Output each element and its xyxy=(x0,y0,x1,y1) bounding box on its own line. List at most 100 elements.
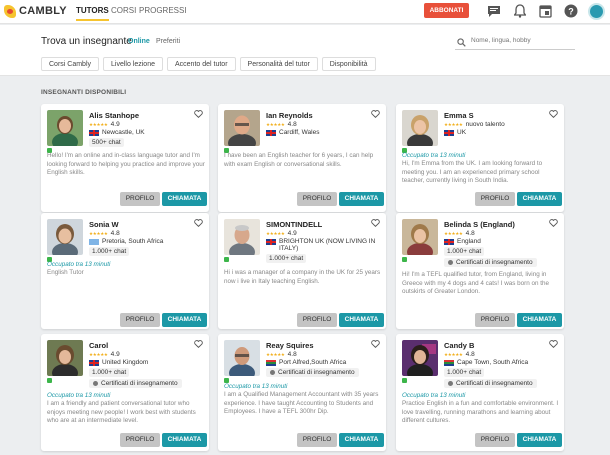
tutor-photo[interactable] xyxy=(224,219,260,255)
tutor-photo[interactable] xyxy=(224,110,260,146)
teaching-certificate-badge: Certificati di insegnamento xyxy=(266,368,359,377)
tutor-name[interactable]: Belinda S (England) xyxy=(444,220,554,229)
tutor-bio: I am a Qualified Management Accountant w… xyxy=(224,391,379,416)
profile-button[interactable]: PROFILO xyxy=(297,313,337,327)
help-icon[interactable]: ? xyxy=(563,3,579,19)
tutor-photo[interactable] xyxy=(47,340,83,376)
tutor-card[interactable]: Alis Stanhope ★★★★★ 4.9 Newcastle, UK 500… xyxy=(41,104,209,212)
favorite-heart-icon[interactable] xyxy=(549,340,558,348)
call-button[interactable]: CHIAMATA xyxy=(339,313,384,327)
filter-lesson-level[interactable]: Livello lezione xyxy=(103,57,163,71)
search-box[interactable] xyxy=(455,36,575,50)
availability-status: Occupato tra 13 minuti xyxy=(47,261,111,268)
call-button[interactable]: CHIAMATA xyxy=(162,192,207,206)
tutor-rating: ★★★★★ 4.9 xyxy=(89,351,120,358)
tutor-name[interactable]: Candy B xyxy=(444,341,554,350)
rating-stars-icon: ★★★★★ xyxy=(89,351,108,357)
tutor-photo[interactable] xyxy=(47,219,83,255)
profile-button[interactable]: PROFILO xyxy=(297,433,337,447)
filter-online[interactable]: Online xyxy=(128,38,150,45)
call-button[interactable]: CHIAMATA xyxy=(162,313,207,327)
profile-button[interactable]: PROFILO xyxy=(120,433,160,447)
tutor-name[interactable]: SIMONTINDELL xyxy=(266,220,376,229)
tutor-photo[interactable] xyxy=(402,110,438,146)
chat-count-badge: 1.000+ chat xyxy=(444,368,485,377)
uk-flag-icon xyxy=(266,129,276,136)
search-input[interactable] xyxy=(471,37,571,44)
uk-flag-icon xyxy=(444,238,454,245)
favorite-heart-icon[interactable] xyxy=(371,340,380,348)
flag-icon xyxy=(89,238,99,245)
favorite-heart-icon[interactable] xyxy=(371,219,380,227)
tutor-name[interactable]: Alis Stanhope xyxy=(89,111,199,120)
favorite-heart-icon[interactable] xyxy=(194,219,203,227)
teaching-certificate-badge: Certificati di insegnamento xyxy=(89,379,182,388)
chat-icon[interactable] xyxy=(486,3,502,19)
filter-bar: Corsi Cambly Livello lezione Accento del… xyxy=(41,57,380,71)
call-button[interactable]: CHIAMATA xyxy=(339,433,384,447)
tutor-card[interactable]: Carol ★★★★★ 4.9 United Kingdom 1.000+ cha… xyxy=(41,334,209,451)
filter-tutor-accent[interactable]: Accento del tutor xyxy=(167,57,236,71)
filter-favorites[interactable]: Preferiti xyxy=(156,38,180,45)
tutor-card[interactable]: Reay Squires ★★★★★ 4.8 Port Alfred,South … xyxy=(218,334,386,451)
profile-button[interactable]: PROFILO xyxy=(120,313,160,327)
rating-stars-icon: ★★★★★ xyxy=(266,121,285,127)
rating-stars-icon: ★★★★★ xyxy=(266,230,285,236)
search-header: Trova un insegnante Online Preferiti Cor… xyxy=(0,25,610,76)
call-button[interactable]: CHIAMATA xyxy=(339,192,384,206)
favorite-heart-icon[interactable] xyxy=(194,340,203,348)
favorite-heart-icon[interactable] xyxy=(194,110,203,118)
logo-text: CAMBLY xyxy=(19,5,67,17)
cambly-logo[interactable]: CAMBLY xyxy=(4,3,67,19)
tutor-card[interactable]: Sonia W ★★★★★ 4.8 Pretoria, South Africa … xyxy=(41,213,209,329)
call-button[interactable]: CHIAMATA xyxy=(517,433,562,447)
profile-button[interactable]: PROFILO xyxy=(475,313,515,327)
favorite-heart-icon[interactable] xyxy=(371,110,380,118)
notification-bell-icon[interactable] xyxy=(512,3,528,19)
tutor-card[interactable]: Candy B ★★★★★ 4.8 Cape Town, South Africa… xyxy=(396,334,564,451)
profile-button[interactable]: PROFILO xyxy=(297,192,337,206)
tutor-card[interactable]: Ian Reynolds ★★★★★ 4.8 Cardiff, Wales I h… xyxy=(218,104,386,212)
call-button[interactable]: CHIAMATA xyxy=(162,433,207,447)
tutor-name[interactable]: Reay Squires xyxy=(266,341,376,350)
tutor-name[interactable]: Emma S xyxy=(444,111,554,120)
tab-progressi[interactable]: PROGRESSI xyxy=(139,6,187,15)
tutor-name[interactable]: Ian Reynolds xyxy=(266,111,376,120)
favorite-heart-icon[interactable] xyxy=(549,110,558,118)
filter-tutor-personality[interactable]: Personalità del tutor xyxy=(239,57,318,71)
tutor-photo[interactable] xyxy=(402,219,438,255)
filter-cambly-courses[interactable]: Corsi Cambly xyxy=(41,57,100,71)
tutor-photo[interactable] xyxy=(402,340,438,376)
favorite-heart-icon[interactable] xyxy=(549,219,558,227)
uk-flag-icon xyxy=(89,359,99,366)
availability-status: Occupato tra 13 minuti xyxy=(402,392,466,399)
user-avatar[interactable] xyxy=(588,3,605,20)
tutor-rating: ★★★★★ 4.8 xyxy=(266,121,297,128)
tutor-photo[interactable] xyxy=(47,110,83,146)
tutor-card[interactable]: SIMONTINDELL ★★★★★ 4.9 BRIGHTON UK (NOW L… xyxy=(218,213,386,329)
tutor-name[interactable]: Sonia W xyxy=(89,220,199,229)
rating-stars-icon: ★★★★★ xyxy=(444,351,463,357)
profile-button[interactable]: PROFILO xyxy=(475,192,515,206)
tutor-bio: Practice English in a fun and comfortabl… xyxy=(402,400,559,425)
subscribe-button[interactable]: ABBONATI xyxy=(424,3,469,18)
online-status-dot xyxy=(224,257,229,262)
tab-corsi[interactable]: CORSI xyxy=(111,6,136,15)
chat-count-badge: 1.000+ chat xyxy=(266,254,307,263)
call-button[interactable]: CHIAMATA xyxy=(517,313,562,327)
tutor-card[interactable]: Belinda S (England) ★★★★★ 4.8 England 1.0… xyxy=(396,213,564,329)
uk-flag-icon xyxy=(444,129,454,136)
rating-stars-icon: ★★★★★ xyxy=(266,351,285,357)
tutor-location: England xyxy=(444,238,562,245)
svg-text:?: ? xyxy=(568,7,574,17)
profile-button[interactable]: PROFILO xyxy=(120,192,160,206)
tutor-location: Newcastle, UK xyxy=(89,129,207,136)
tutor-card[interactable]: Emma S ★★★★★ nuovo talento UK Occupato tr… xyxy=(396,104,564,212)
filter-availability[interactable]: Disponibilità xyxy=(321,57,376,71)
call-button[interactable]: CHIAMATA xyxy=(517,192,562,206)
tab-tutors[interactable]: TUTORS xyxy=(76,6,109,21)
profile-button[interactable]: PROFILO xyxy=(475,433,515,447)
tutor-photo[interactable] xyxy=(224,340,260,376)
calendar-icon[interactable] xyxy=(537,3,553,19)
tutor-name[interactable]: Carol xyxy=(89,341,199,350)
